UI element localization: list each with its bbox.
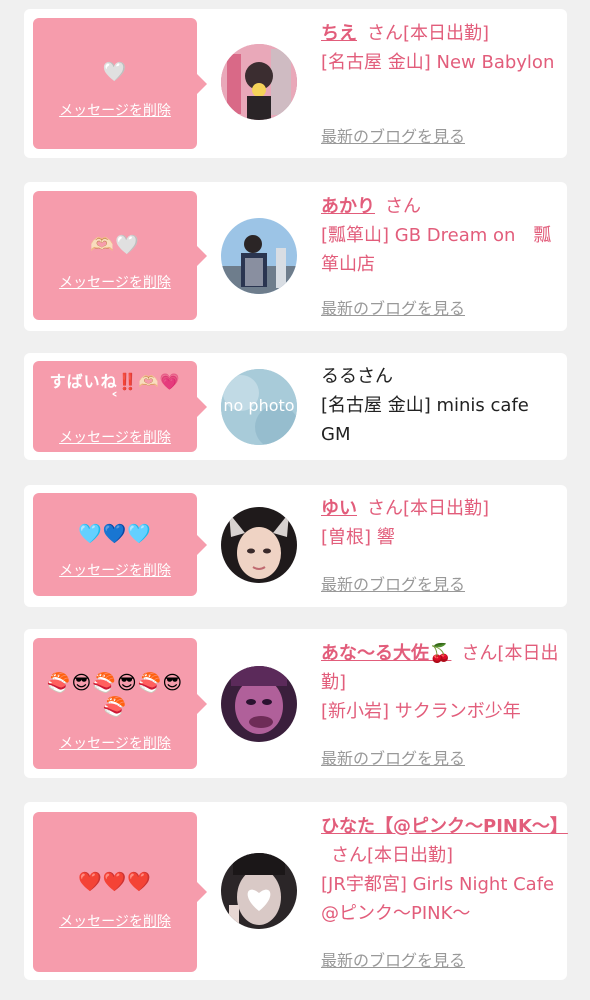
shop-name: [瓢箪山] GB Dream on 瓢箪山店 xyxy=(321,225,552,275)
delete-message-link[interactable]: メッセージを削除 xyxy=(33,911,197,931)
message-text: ❤️❤️❤️ xyxy=(78,871,152,893)
avatar-photo-icon xyxy=(221,218,297,294)
latest-blog-link[interactable]: 最新のブログを見る xyxy=(321,123,465,147)
delete-message-link[interactable]: メッセージを削除 xyxy=(33,560,197,580)
message-bubble: 🍣😎🍣😎🍣😎 🍣 メッセージを削除 xyxy=(33,638,207,769)
shop-name: [曽根] 響 xyxy=(321,527,395,548)
latest-blog-link[interactable]: 最新のブログを見る xyxy=(321,745,465,769)
message-bubble: すばいね‼️🫶🏻💗 ˂ メッセージを削除 xyxy=(33,361,207,452)
girl-info: あな〜る大佐🍒 さん[本日出勤] [新小岩] サクランボ少年 xyxy=(321,639,561,726)
girl-name-link[interactable]: あな〜る大佐🍒 xyxy=(321,643,451,664)
message-card: 🫶🏻🤍 メッセージを削除 あかり さん [瓢箪山] GB Dream on 瓢箪山… xyxy=(24,182,567,331)
avatar[interactable] xyxy=(221,666,297,742)
girl-name-link[interactable]: あかり xyxy=(321,196,375,217)
avatar-photo-icon xyxy=(221,44,297,120)
message-bubble: 🩵💙🩵 メッセージを削除 xyxy=(33,493,207,596)
message-bubble: 🤍 メッセージを削除 xyxy=(33,18,207,149)
avatar-photo-icon xyxy=(221,666,297,742)
message-card: すばいね‼️🫶🏻💗 ˂ メッセージを削除 no photo るるさん [名古屋 … xyxy=(24,353,567,460)
avatar[interactable] xyxy=(221,507,297,583)
girl-info: あかり さん [瓢箪山] GB Dream on 瓢箪山店 xyxy=(321,192,561,279)
message-text: 🤍 xyxy=(102,61,128,83)
girl-info: ちえ さん[本日出勤] [名古屋 金山] New Babylon xyxy=(321,19,561,77)
girl-name-link[interactable]: ひなた【@ピンク〜PINK〜】 xyxy=(321,816,568,837)
girl-name-link[interactable]: ちえ xyxy=(321,23,357,44)
shop-name: [名古屋 金山] New Babylon xyxy=(321,52,555,73)
message-bubble: ❤️❤️❤️ メッセージを削除 xyxy=(33,812,207,972)
avatar: no photo xyxy=(221,369,297,445)
name-suffix: さん xyxy=(385,196,421,217)
message-bubble: 🫶🏻🤍 メッセージを削除 xyxy=(33,191,207,320)
delete-message-link[interactable]: メッセージを削除 xyxy=(33,427,197,447)
message-card: 🍣😎🍣😎🍣😎 🍣 メッセージを削除 あな〜る大佐🍒 さん[本日出勤] [新小岩] … xyxy=(24,629,567,778)
latest-blog-link[interactable]: 最新のブログを見る xyxy=(321,947,465,971)
girl-info: ゆい さん[本日出勤] [曽根] 響 xyxy=(321,494,561,552)
message-text: 🩵💙🩵 xyxy=(78,523,152,545)
message-text: すばいね‼️🫶🏻💗 ˂ xyxy=(49,372,181,409)
latest-blog-link[interactable]: 最新のブログを見る xyxy=(321,295,465,319)
message-text: 🫶🏻🤍 xyxy=(90,234,140,256)
no-photo-label: no photo xyxy=(223,396,295,415)
name-suffix: さん[本日出勤] xyxy=(331,845,454,866)
name-suffix: さん[本日出勤] xyxy=(367,23,490,44)
message-card: 🩵💙🩵 メッセージを削除 ゆい さん[本日出勤] [曽根] 響 最新のブログを見る xyxy=(24,485,567,607)
shop-name: [JR宇都宮] Girls Night Cafe @ピンク〜PINK〜 xyxy=(321,874,555,924)
message-card: ❤️❤️❤️ メッセージを削除 ひなた【@ピンク〜PINK〜】さん[本日出勤] … xyxy=(24,802,568,980)
shop-name: [新小岩] サクランボ少年 xyxy=(321,701,521,722)
name-suffix: さん[本日出勤] xyxy=(367,498,490,519)
girl-name-link[interactable]: ゆい xyxy=(321,498,357,519)
delete-message-link[interactable]: メッセージを削除 xyxy=(33,272,197,292)
girl-name: るるさん xyxy=(321,366,393,387)
delete-message-link[interactable]: メッセージを削除 xyxy=(33,100,197,120)
message-card: 🤍 メッセージを削除 ちえ さん[本日出勤] [名古屋 金山] New Babyl… xyxy=(24,9,567,158)
message-text-tail: ˂ xyxy=(110,390,120,409)
shop-name: [名古屋 金山] minis cafe GM xyxy=(321,395,529,445)
latest-blog-link[interactable]: 最新のブログを見る xyxy=(321,571,465,595)
message-text: 🍣😎🍣😎🍣😎 🍣 xyxy=(46,672,184,718)
avatar-photo-icon xyxy=(221,507,297,583)
avatar[interactable] xyxy=(221,218,297,294)
delete-message-link[interactable]: メッセージを削除 xyxy=(33,733,197,753)
avatar[interactable] xyxy=(221,853,297,929)
avatar-photo-icon xyxy=(221,853,297,929)
avatar[interactable] xyxy=(221,44,297,120)
girl-info: ひなた【@ピンク〜PINK〜】さん[本日出勤] [JR宇都宮] Girls Ni… xyxy=(321,812,568,928)
girl-info: るるさん [名古屋 金山] minis cafe GM xyxy=(321,362,561,449)
